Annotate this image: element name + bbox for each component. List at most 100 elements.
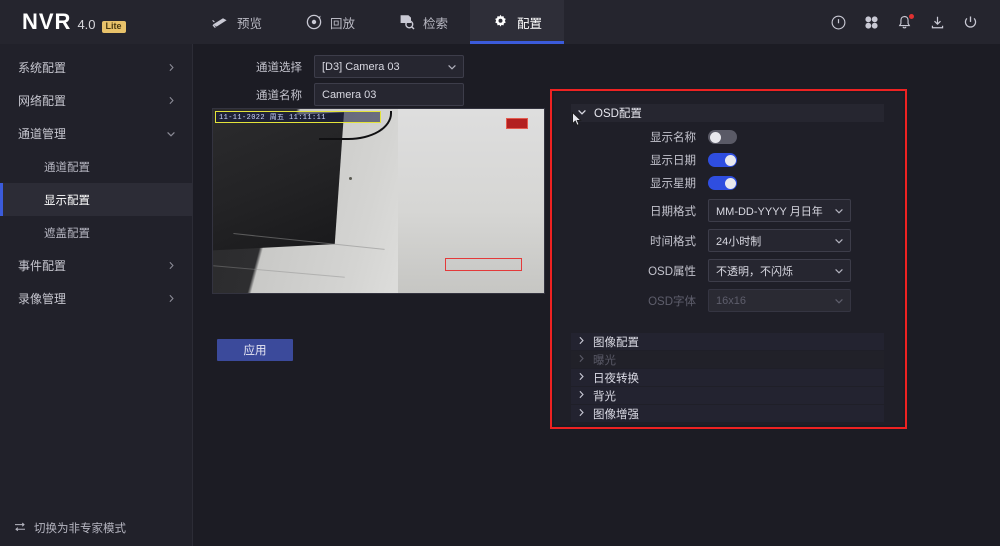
preview-channel-logo: [506, 118, 528, 129]
time-format-label: 时间格式: [650, 235, 696, 248]
osd-font-value: 16x16: [716, 294, 746, 307]
bell-icon[interactable]: [897, 13, 914, 30]
chevron-right-icon: [167, 63, 176, 72]
channel-name-label: 通道名称: [256, 89, 302, 102]
tab-config[interactable]: 配置: [470, 0, 565, 44]
sidebar-item-record-management[interactable]: 录像管理: [0, 282, 192, 315]
toggle-knob: [724, 154, 736, 166]
brand-version: 4.0: [77, 17, 96, 32]
preview-name-osd-region[interactable]: [445, 258, 522, 271]
tab-playback[interactable]: 回放: [284, 0, 377, 44]
camera-preview[interactable]: 11-11-2022 周五 11:11:11: [212, 108, 545, 294]
osd-font-row: OSD字体 16x16: [616, 289, 851, 312]
chevron-down-icon: [834, 296, 844, 306]
sidebar-item-display-config[interactable]: 显示配置: [0, 183, 192, 216]
osd-datetime-overlay[interactable]: 11-11-2022 周五 11:11:11: [215, 111, 381, 123]
date-format-dropdown[interactable]: MM-DD-YYYY 月日年: [708, 199, 851, 222]
chevron-right-icon: [167, 294, 176, 303]
brand-logo: NVR 4.0 Lite: [0, 9, 190, 35]
section-label: 背光: [593, 390, 616, 403]
sidebar-item-label: 网络配置: [18, 94, 67, 108]
section-header-image-config[interactable]: 图像配置: [571, 333, 884, 350]
channel-select-value: [D3] Camera 03: [322, 60, 400, 73]
sidebar-item-network-config[interactable]: 网络配置: [0, 84, 192, 117]
mouse-cursor: [572, 111, 583, 127]
time-format-dropdown[interactable]: 24小时制: [708, 229, 851, 252]
osd-datetime-text: 11-11-2022 周五 11:11:11: [219, 114, 326, 122]
top-bar-actions: [831, 13, 1000, 30]
show-weekday-toggle[interactable]: [708, 176, 737, 190]
power-icon[interactable]: [963, 15, 978, 30]
apply-button[interactable]: 应用: [217, 339, 293, 361]
osd-font-label: OSD字体: [648, 295, 696, 308]
chevron-down-icon: [834, 206, 844, 216]
chevron-right-icon: [167, 96, 176, 105]
section-label: 图像配置: [593, 336, 639, 349]
show-name-toggle[interactable]: [708, 130, 737, 144]
sidebar: 系统配置 网络配置 通道管理 通道配置 显示配置 遮盖配置 事件配置 录像管理 …: [0, 44, 193, 546]
channel-name-row: 通道名称 Camera 03: [222, 83, 464, 106]
notification-badge-dot: [909, 13, 914, 19]
tab-preview-label: 预览: [237, 16, 263, 31]
chevron-right-icon: [577, 408, 586, 420]
toggle-knob: [724, 177, 736, 189]
sidebar-item-label: 系统配置: [18, 61, 67, 75]
toggle-knob: [709, 131, 721, 143]
section-label: 曝光: [593, 354, 616, 367]
time-format-value: 24小时制: [716, 235, 762, 248]
show-date-toggle[interactable]: [708, 153, 737, 167]
preview-speck: [348, 177, 352, 181]
search-doc-icon: [399, 14, 415, 30]
channel-select-row: 通道选择 [D3] Camera 03: [222, 55, 464, 78]
sidebar-item-system-config[interactable]: 系统配置: [0, 51, 192, 84]
tab-config-label: 配置: [517, 16, 543, 31]
show-date-label: 显示日期: [650, 155, 696, 167]
top-bar: NVR 4.0 Lite 预览 回放 检索 配置: [0, 0, 1000, 44]
section-header-image-enhance[interactable]: 图像增强: [571, 405, 884, 422]
section-header-osd-config[interactable]: OSD配置: [571, 104, 884, 122]
sidebar-top-spacer: [0, 44, 192, 51]
channel-select-label: 通道选择: [256, 61, 302, 74]
section-header-backlight[interactable]: 背光: [571, 387, 884, 404]
channel-select-dropdown[interactable]: [D3] Camera 03: [314, 55, 464, 78]
info-icon[interactable]: [831, 15, 846, 30]
tab-search-label: 检索: [423, 16, 449, 31]
tab-search[interactable]: 检索: [377, 0, 470, 44]
chevron-right-icon: [577, 390, 586, 402]
show-weekday-label: 显示星期: [650, 178, 696, 190]
apps-icon[interactable]: [864, 15, 879, 30]
osd-font-dropdown: 16x16: [708, 289, 851, 312]
switch-expert-mode-button[interactable]: 切换为非专家模式: [0, 520, 193, 536]
chevron-down-icon: [447, 62, 457, 72]
sidebar-item-channel-config[interactable]: 通道配置: [0, 150, 192, 183]
date-format-label: 日期格式: [650, 205, 696, 218]
download-icon[interactable]: [930, 15, 945, 30]
osd-attribute-dropdown[interactable]: 不透明，不闪烁: [708, 259, 851, 282]
sidebar-item-label: 录像管理: [18, 292, 67, 306]
sidebar-item-label: 显示配置: [44, 194, 90, 207]
time-format-row: 时间格式 24小时制: [616, 229, 851, 252]
switch-mode-icon: [14, 521, 26, 536]
brand-name: NVR: [22, 9, 72, 34]
toggle-row-show-date: 显示日期: [616, 152, 737, 168]
sidebar-item-event-config[interactable]: 事件配置: [0, 249, 192, 282]
section-header-day-night[interactable]: 日夜转换: [571, 369, 884, 386]
section-header-label: OSD配置: [594, 108, 642, 120]
toggle-row-show-weekday: 显示星期: [616, 175, 737, 191]
tab-preview[interactable]: 预览: [190, 0, 284, 44]
chevron-down-icon: [166, 129, 176, 139]
tab-playback-label: 回放: [330, 16, 356, 31]
camera-icon: [212, 15, 229, 29]
show-name-label: 显示名称: [650, 132, 696, 144]
sidebar-item-label: 遮盖配置: [44, 227, 90, 240]
date-format-row: 日期格式 MM-DD-YYYY 月日年: [616, 199, 851, 222]
nvr-app-window: NVR 4.0 Lite 预览 回放 检索 配置 系统配置 网络配置 通道管理 …: [0, 0, 1000, 546]
sidebar-item-label: 通道管理: [18, 127, 67, 141]
osd-attribute-value: 不透明，不闪烁: [716, 265, 793, 278]
chevron-right-icon: [167, 261, 176, 270]
channel-name-input[interactable]: Camera 03: [314, 83, 464, 106]
sidebar-item-mask-config[interactable]: 遮盖配置: [0, 216, 192, 249]
sidebar-item-channel-management[interactable]: 通道管理: [0, 117, 192, 150]
switch-expert-mode-label: 切换为非专家模式: [34, 523, 126, 535]
main-nav-tabs: 预览 回放 检索 配置: [190, 0, 565, 44]
